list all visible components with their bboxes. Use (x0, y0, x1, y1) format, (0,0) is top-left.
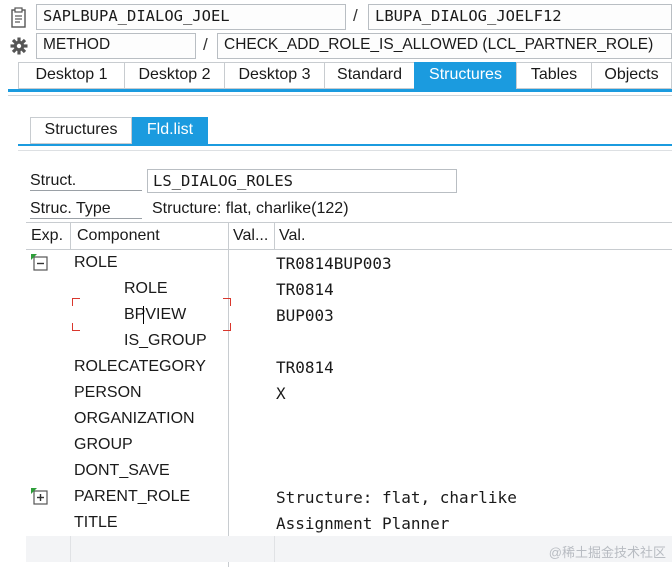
table-header: Exp. Component Val... Val. (26, 223, 672, 250)
tab-desktop-1[interactable]: Desktop 1 (18, 62, 124, 89)
component-value[interactable]: Assignment Planner (276, 514, 449, 533)
component-value[interactable]: TR0814 (276, 280, 334, 299)
table-row[interactable]: ROLE TR0814BUP003 (26, 250, 672, 276)
table-row[interactable]: PERSON X (26, 380, 672, 406)
program-row: SAPLBUPA_DIALOG_JOEL / LBUPA_DIALOG_JOEL… (0, 4, 672, 32)
component-name: DONT_SAVE (74, 462, 170, 479)
sub-tab-underline (18, 144, 672, 146)
component-name: ROLE (124, 280, 168, 297)
gear-icon (10, 37, 28, 55)
subtab-fld-list[interactable]: Fld.list (132, 117, 208, 144)
component-name: BPVIEW (124, 306, 187, 323)
event-separator: / (203, 35, 208, 54)
table-row[interactable]: ORGANIZATION (26, 406, 672, 432)
field-list-table: Exp. Component Val... Val. ROLE TR0814BU… (26, 222, 672, 567)
component-value[interactable]: X (276, 384, 286, 403)
table-row[interactable]: GROUP (26, 432, 672, 458)
table-row[interactable]: TITLE Assignment Planner (26, 510, 672, 536)
table-row[interactable]: ROLECATEGORY TR0814 (26, 354, 672, 380)
component-value[interactable]: BUP003 (276, 306, 334, 325)
component-value[interactable]: TR0814BUP003 (276, 254, 392, 273)
text-cursor (143, 306, 144, 324)
table-row[interactable]: DONT_SAVE (26, 458, 672, 484)
main-tab-divider (8, 95, 672, 96)
struct-label: Struct. (30, 172, 142, 191)
sub-tabbar: Structures Fld.list (30, 117, 208, 144)
component-name: PERSON (74, 384, 142, 401)
collapse-icon[interactable] (30, 253, 49, 272)
include-field[interactable]: LBUPA_DIALOG_JOELF12 (368, 4, 672, 30)
tab-objects[interactable]: Objects (591, 62, 672, 89)
tab-desktop-2[interactable]: Desktop 2 (124, 62, 224, 89)
main-tab-underline (8, 89, 672, 92)
tab-structures[interactable]: Structures (414, 62, 516, 89)
table-row[interactable]: ROLE TR0814 (26, 276, 672, 302)
program-field[interactable]: SAPLBUPA_DIALOG_JOEL (36, 4, 346, 30)
document-icon (11, 7, 26, 28)
tab-desktop-3[interactable]: Desktop 3 (224, 62, 324, 89)
component-name: TITLE (74, 514, 118, 531)
path-separator: / (353, 6, 358, 25)
main-tabbar: Desktop 1 Desktop 2 Desktop 3 Standard S… (18, 62, 672, 89)
header-value[interactable]: Val. (279, 227, 305, 245)
component-name: ROLE (74, 254, 118, 271)
selection-corner (72, 298, 80, 306)
struct-type-value: Structure: flat, charlike(122) (152, 200, 349, 217)
component-value[interactable]: TR0814 (276, 358, 334, 377)
table-row[interactable]: PARENT_ROLE Structure: flat, charlike (26, 484, 672, 510)
event-name-field[interactable]: CHECK_ADD_ROLE_IS_ALLOWED (LCL_PARTNER_R… (217, 33, 672, 59)
struct-input[interactable]: LS_DIALOG_ROLES (147, 169, 457, 193)
header-exp[interactable]: Exp. (31, 227, 63, 245)
table-row[interactable]: BPVIEW BUP003 (26, 298, 672, 331)
event-type-field[interactable]: METHOD (36, 33, 196, 59)
component-name: GROUP (74, 436, 133, 453)
component-name: ORGANIZATION (74, 410, 195, 427)
event-row: METHOD / CHECK_ADD_ROLE_IS_ALLOWED (LCL_… (0, 33, 672, 61)
component-name: PARENT_ROLE (74, 488, 191, 505)
component-name: IS_GROUP (124, 332, 207, 349)
tab-standard[interactable]: Standard (324, 62, 414, 89)
component-name: ROLECATEGORY (74, 358, 206, 375)
tab-tables[interactable]: Tables (516, 62, 591, 89)
subtab-structures[interactable]: Structures (30, 117, 132, 144)
struct-type-label: Struc. Type (30, 200, 142, 219)
component-value[interactable]: Structure: flat, charlike (276, 488, 517, 507)
header-val-type[interactable]: Val... (233, 227, 268, 245)
sub-tab-divider (18, 150, 672, 151)
header-component[interactable]: Component (77, 227, 160, 245)
selection-corner (223, 298, 231, 306)
watermark: @稀土掘金技术社区 (548, 545, 666, 560)
table-row[interactable]: IS_GROUP (26, 328, 672, 354)
expand-icon[interactable] (30, 487, 49, 506)
